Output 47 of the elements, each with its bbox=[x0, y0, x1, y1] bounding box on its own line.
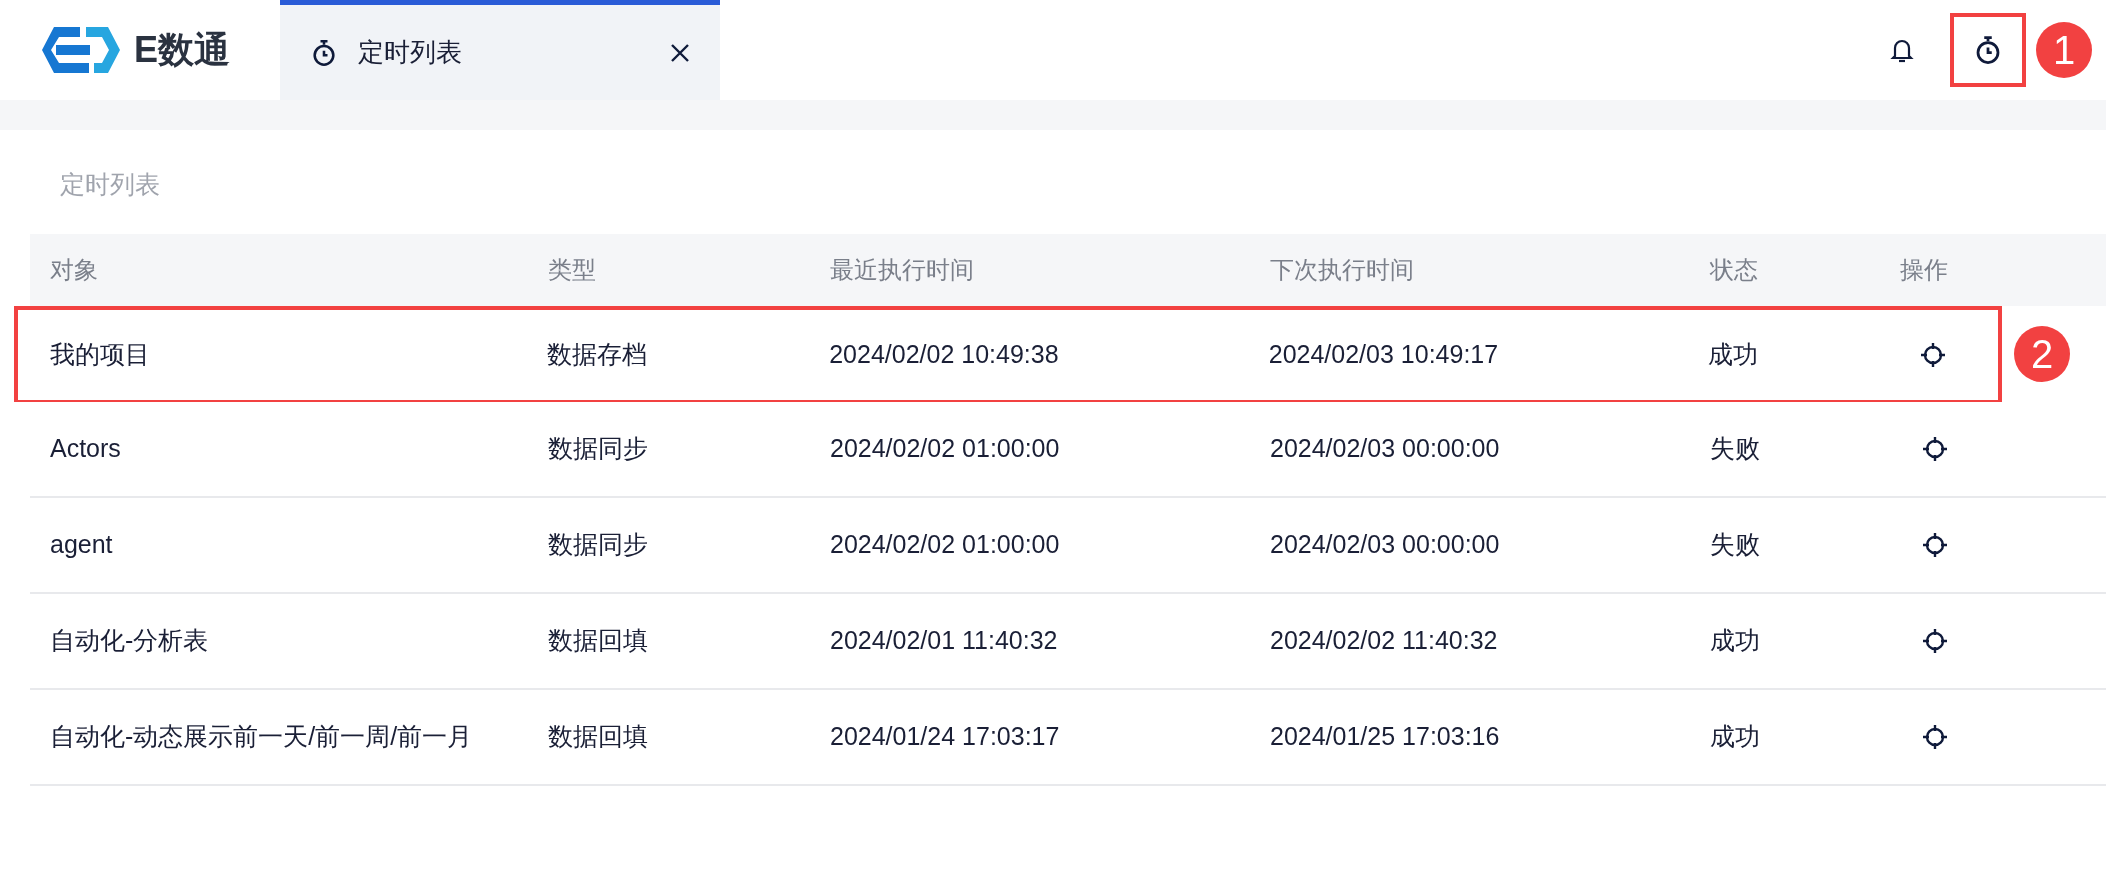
column-header: 最近执行时间 bbox=[830, 255, 974, 283]
table-cell: 2024/02/02 11:40:32 bbox=[1270, 625, 1498, 654]
table-cell: 我的项目 bbox=[50, 339, 150, 368]
logo-text: E数通 bbox=[134, 28, 230, 72]
close-icon[interactable] bbox=[670, 42, 690, 63]
column-header: 状态 bbox=[1710, 255, 1758, 283]
callout-badge: 2 bbox=[2014, 325, 2070, 382]
stopwatch-icon bbox=[310, 38, 338, 67]
table-cell: 数据回填 bbox=[548, 721, 648, 750]
table-cell: 数据同步 bbox=[548, 433, 648, 462]
table-cell: 失败 bbox=[1710, 433, 1760, 462]
logo-icon bbox=[42, 27, 120, 73]
table-cell: 2024/02/02 01:00:00 bbox=[830, 433, 1060, 462]
table-cell: 失败 bbox=[1710, 529, 1760, 558]
timer-button[interactable] bbox=[1950, 13, 2026, 87]
table-cell: 2024/01/25 17:03:16 bbox=[1270, 721, 1500, 750]
table-cell: agent bbox=[50, 529, 113, 558]
table-cell: 成功 bbox=[1710, 625, 1760, 654]
locate-icon[interactable] bbox=[1922, 627, 1948, 654]
table-cell: 2024/01/24 17:03:17 bbox=[830, 721, 1060, 750]
table-cell: 数据回填 bbox=[548, 625, 648, 654]
table-cell: 成功 bbox=[1710, 721, 1760, 750]
table-cell: 成功 bbox=[1708, 339, 1759, 368]
tab[interactable]: 定时列表 bbox=[280, 0, 720, 100]
table-cell: 2024/02/03 10:49:17 bbox=[1268, 339, 1499, 368]
column-header: 对象 bbox=[50, 255, 98, 283]
column-header: 操作 bbox=[1900, 255, 1948, 283]
bell-icon bbox=[1890, 37, 1914, 63]
table-cell: 2024/02/03 00:00:00 bbox=[1270, 529, 1500, 558]
table-cell: 2024/02/02 10:49:38 bbox=[829, 339, 1059, 368]
locate-icon[interactable] bbox=[1920, 341, 1947, 368]
column-header: 下次执行时间 bbox=[1270, 255, 1414, 283]
table-cell: 自动化-动态展示前一天/前一周/前一月 bbox=[50, 721, 473, 750]
column-header: 类型 bbox=[548, 255, 596, 283]
locate-icon[interactable] bbox=[1922, 435, 1948, 462]
table-cell: 2024/02/03 00:00:00 bbox=[1270, 433, 1500, 462]
table-cell: 自动化-分析表 bbox=[50, 625, 209, 654]
locate-icon[interactable] bbox=[1922, 531, 1948, 558]
table-cell: 2024/02/01 11:40:32 bbox=[830, 625, 1058, 654]
table-cell: 数据同步 bbox=[548, 529, 648, 558]
tab-label: 定时列表 bbox=[358, 36, 463, 69]
table-cell: 数据存档 bbox=[547, 339, 648, 368]
page-title: 定时列表 bbox=[59, 169, 160, 200]
callout-badge: 1 bbox=[2036, 22, 2092, 78]
table-cell: Actors bbox=[50, 433, 121, 462]
table-cell: 2024/02/02 01:00:00 bbox=[830, 529, 1060, 558]
locate-icon[interactable] bbox=[1922, 723, 1948, 750]
